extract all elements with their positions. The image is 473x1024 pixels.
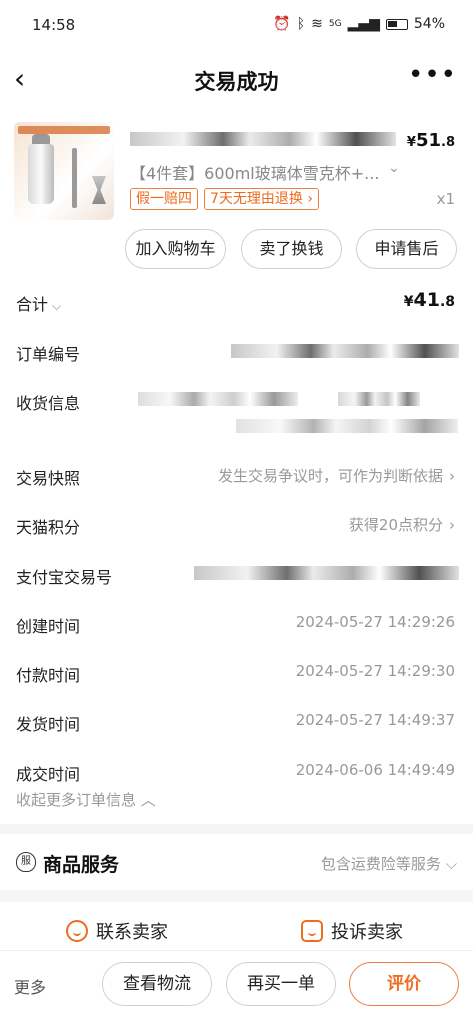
view-logistics-button[interactable]: 查看物流 xyxy=(102,962,212,1006)
product-quantity: x1 xyxy=(436,190,455,208)
product-price: ¥51.8 xyxy=(406,130,455,151)
review-button[interactable]: 评价 xyxy=(349,962,459,1006)
order-card: ¥51.8 【4件套】600ml玻璃体雪克杯+... ⌄ 假一赔四 7天无理由退… xyxy=(0,108,473,824)
product-image[interactable] xyxy=(14,122,114,220)
resell-button[interactable]: 卖了换钱 xyxy=(241,229,342,269)
order-number-label: 订单编号 xyxy=(16,345,81,364)
service-value: 包含运费险等服务 ⌵ xyxy=(320,855,457,873)
battery-icon xyxy=(385,18,408,30)
contact-seller-button[interactable]: 联系卖家 xyxy=(66,918,168,944)
complaint-chat-icon xyxy=(301,920,323,942)
smiley-icon xyxy=(66,920,88,942)
complain-seller-button[interactable]: 投诉卖家 xyxy=(301,918,403,944)
total-amount: ¥41.8 xyxy=(403,289,455,311)
paid-time-label: 付款时间 xyxy=(16,666,81,685)
chevron-down-icon: ⌵ xyxy=(445,855,457,873)
header: ‹ 交易成功 ••• xyxy=(0,52,473,108)
bluetooth-icon: ᛒ xyxy=(296,16,306,32)
add-to-cart-button[interactable]: 加入购物车 xyxy=(125,229,226,269)
more-options-icon[interactable]: ••• xyxy=(408,60,457,90)
order-number-redacted xyxy=(231,344,459,358)
service-section[interactable]: 服 商品服务 包含运费险等服务 ⌵ xyxy=(0,834,473,890)
collapse-order-info-button[interactable]: 收起更多订单信息 ︿ xyxy=(16,789,156,810)
total-toggle[interactable]: 合计 ⌵ xyxy=(16,291,61,315)
shipping-info-redacted-1 xyxy=(138,392,298,406)
alarm-icon: ⏰ xyxy=(273,16,291,32)
status-time: 14:58 xyxy=(32,16,76,34)
closed-time-label: 成交时间 xyxy=(16,765,81,784)
more-actions-button[interactable]: 更多 xyxy=(14,974,46,998)
rebuy-button[interactable]: 再买一单 xyxy=(226,962,336,1006)
total-label: 合计 xyxy=(16,295,49,314)
page-title: 交易成功 xyxy=(194,70,279,94)
signal-icon: 5G xyxy=(328,19,342,29)
chevron-right-icon: › xyxy=(449,516,455,534)
points-label: 天猫积分 xyxy=(16,518,81,537)
after-sale-button[interactable]: 申请售后 xyxy=(356,229,457,269)
service-title: 商品服务 xyxy=(43,854,120,876)
shipped-time-value: 2024-05-27 14:49:37 xyxy=(295,711,455,729)
chevron-right-icon: › xyxy=(449,467,455,485)
status-icons: ⏰ ᛒ ≋ 5G ▂▄▆ 54% xyxy=(273,16,445,32)
store-name-redacted xyxy=(130,132,396,146)
shipping-info-redacted-2 xyxy=(338,392,420,406)
chevron-down-icon[interactable]: ⌄ xyxy=(388,160,400,176)
product-title[interactable]: 【4件套】600ml玻璃体雪克杯+... xyxy=(130,160,390,184)
created-time-value: 2024-05-27 14:29:26 xyxy=(295,613,455,631)
return-policy-badge[interactable]: 7天无理由退换 › xyxy=(204,188,319,210)
wifi-icon: ≋ xyxy=(311,16,323,32)
shipping-info-redacted-3 xyxy=(236,419,458,433)
status-bar: 14:58 ⏰ ᛒ ≋ 5G ▂▄▆ 54% xyxy=(0,0,473,52)
created-time-label: 创建时间 xyxy=(16,617,81,636)
guarantee-badge: 假一赔四 xyxy=(130,188,198,210)
paid-time-value: 2024-05-27 14:29:30 xyxy=(295,662,455,680)
alipay-number-redacted xyxy=(194,566,459,580)
shipped-time-label: 发货时间 xyxy=(16,715,81,734)
snapshot-link[interactable]: 发生交易争议时，可作为判断依据 › xyxy=(218,465,455,486)
battery-percent: 54% xyxy=(413,16,445,32)
chevron-down-icon: ⌵ xyxy=(52,299,62,313)
chevron-up-icon: ︿ xyxy=(140,791,156,809)
snapshot-label: 交易快照 xyxy=(16,469,81,488)
service-shield-icon: 服 xyxy=(16,852,36,872)
signal-bars-icon: ▂▄▆ xyxy=(347,16,380,32)
points-link[interactable]: 获得20点积分 › xyxy=(349,514,455,535)
contact-section: 联系卖家 投诉卖家 xyxy=(0,902,473,950)
bottom-action-bar: 更多 查看物流 再买一单 评价 xyxy=(0,950,473,1024)
alipay-label: 支付宝交易号 xyxy=(16,568,113,587)
shipping-info-label: 收货信息 xyxy=(16,394,81,413)
closed-time-value: 2024-06-06 14:49:49 xyxy=(295,761,455,779)
